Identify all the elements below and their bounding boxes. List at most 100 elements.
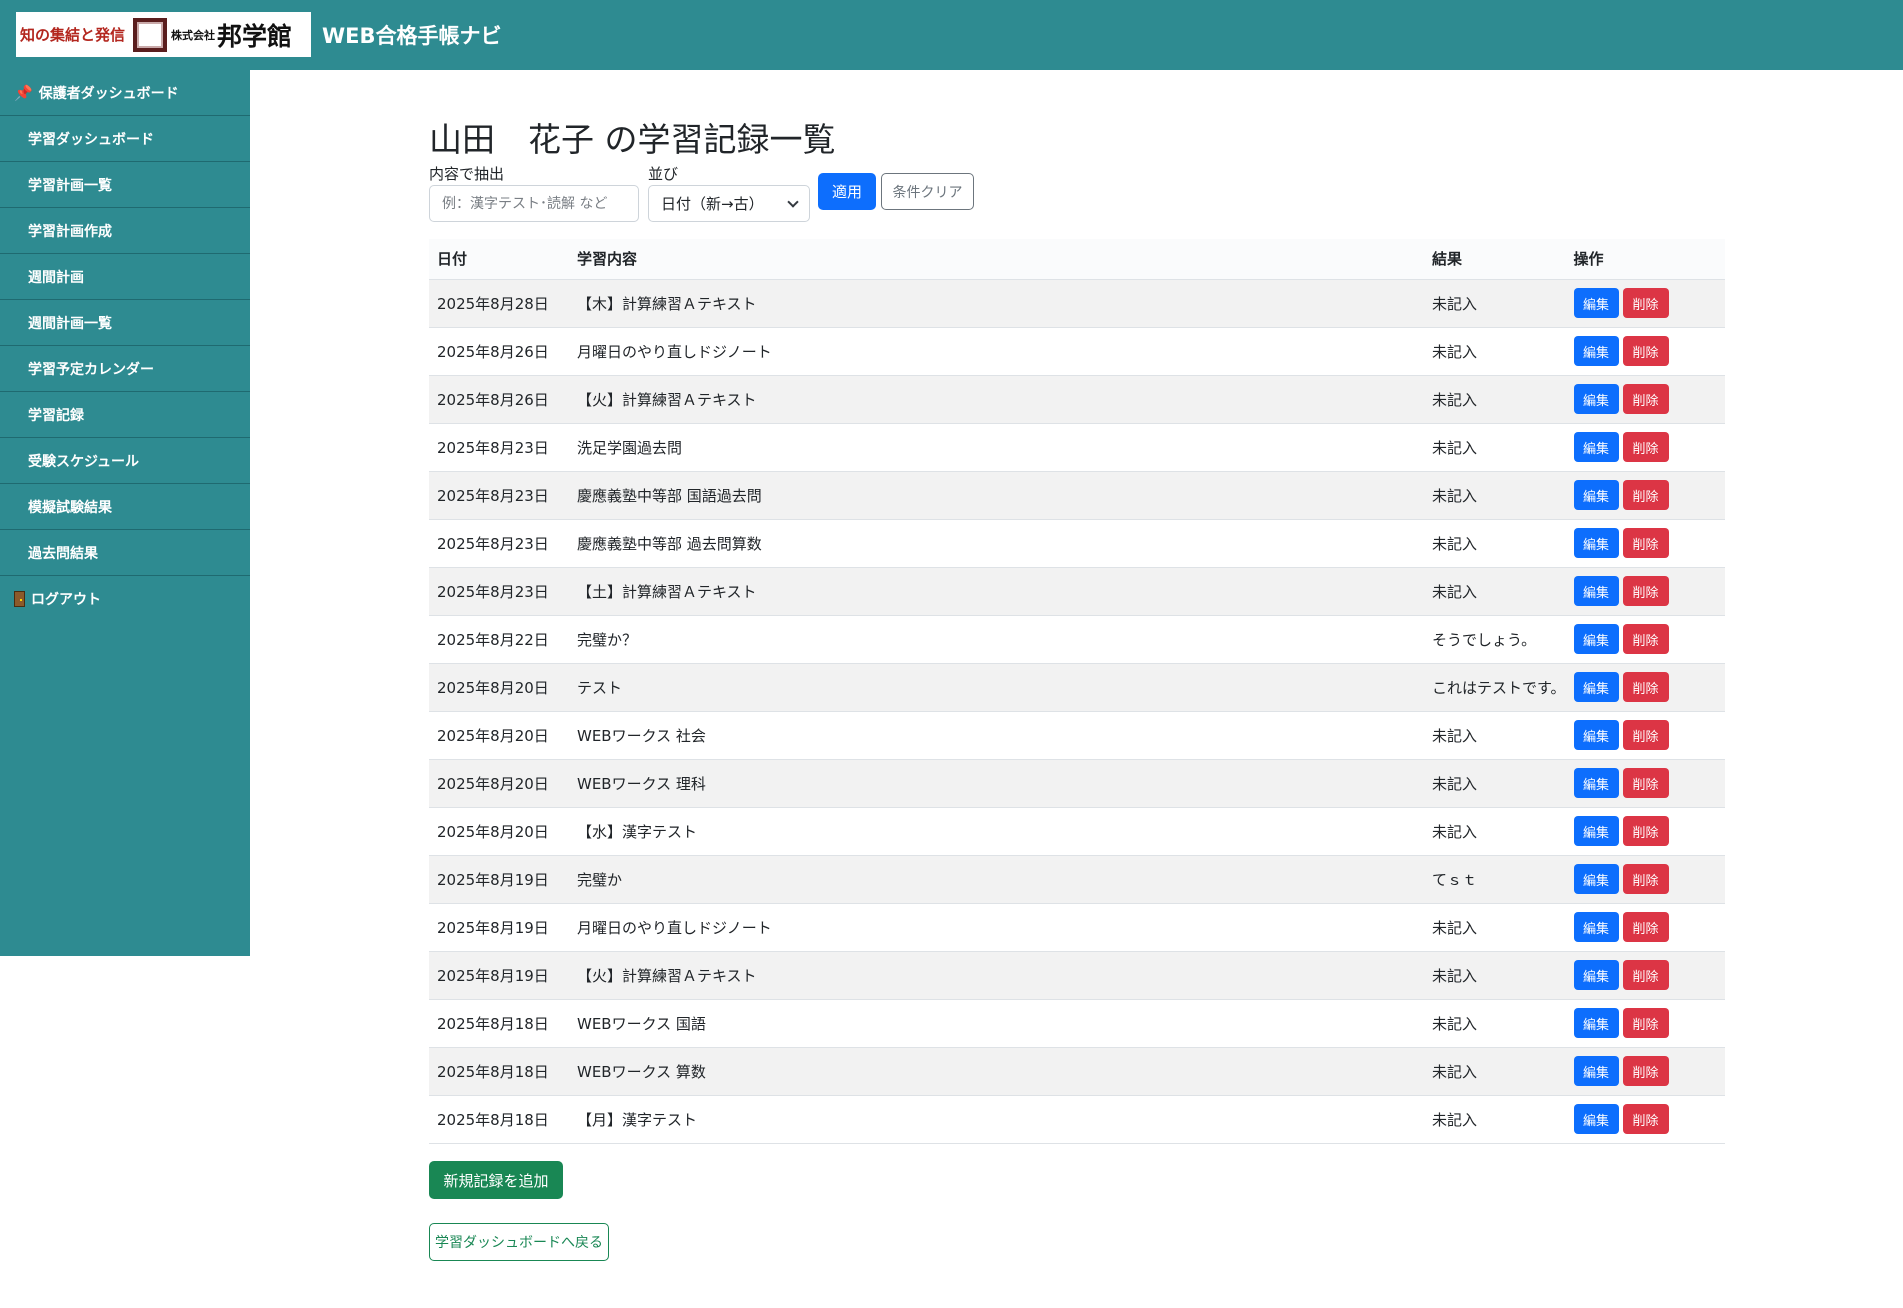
row-date: 2025年8月23日 [429,423,569,472]
logo-company-prefix: 株式会社 [171,28,216,42]
delete-button[interactable]: 削除 [1622,480,1669,510]
sidebar-item-label: 受験スケジュール [28,453,140,470]
table-row: 2025年8月19日 月曜日のやり直しドジノート 未記入 編集 削除 [429,903,1725,952]
delete-button[interactable]: 削除 [1622,1104,1669,1134]
row-result: 未記入 [1424,471,1566,520]
edit-button[interactable]: 編集 [1573,864,1619,894]
sidebar-item-mock-results[interactable]: 模擬試験結果 [0,484,250,530]
company-logo[interactable]: 知の集結と発信 株式会社 邦学館 [16,12,311,57]
logo-tagline: 知の集結と発信 [20,26,126,44]
header-result[interactable]: 結果 [1424,239,1566,280]
table-row: 2025年8月26日 月曜日のやり直しドジノート 未記入 編集 削除 [429,327,1725,376]
edit-button[interactable]: 編集 [1573,576,1619,606]
edit-button[interactable]: 編集 [1573,768,1619,798]
delete-button[interactable]: 削除 [1622,816,1669,846]
edit-button[interactable]: 編集 [1573,960,1619,990]
row-result: 未記入 [1424,1095,1566,1144]
sidebar-item-weekly-plan[interactable]: 週間計画 [0,254,250,300]
table-row: 2025年8月18日 WEBワークス 算数 未記入 編集 削除 [429,1047,1725,1096]
row-actions: 編集 削除 [1565,999,1725,1048]
sidebar-item-weekly-plan-list[interactable]: 週間計画一覧 [0,300,250,346]
edit-button[interactable]: 編集 [1573,672,1619,702]
row-date: 2025年8月23日 [429,567,569,616]
header-content[interactable]: 学習内容 [569,239,1424,280]
row-content: 【木】計算練習Ａテキスト [569,279,1424,328]
sidebar-item-plan-create[interactable]: 学習計画作成 [0,208,250,254]
row-content: 【土】計算練習Ａテキスト [569,567,1424,616]
chevron-down-icon [787,195,799,208]
sidebar-item-logout[interactable]: ログアウト [0,576,250,622]
table-row: 2025年8月20日 WEBワークス 社会 未記入 編集 削除 [429,711,1725,760]
sidebar-item-parent-dashboard[interactable]: 📌 保護者ダッシュボード [0,70,250,116]
delete-button[interactable]: 削除 [1622,336,1669,366]
delete-button[interactable]: 削除 [1622,576,1669,606]
sidebar-item-plan-list[interactable]: 学習計画一覧 [0,162,250,208]
edit-button[interactable]: 編集 [1573,912,1619,942]
edit-button[interactable]: 編集 [1573,336,1619,366]
row-result: そうでしょう。 [1424,615,1566,664]
sidebar-item-exam-schedule[interactable]: 受験スケジュール [0,438,250,484]
top-header: 知の集結と発信 株式会社 邦学館 WEB合格手帳ナビ [0,0,1903,70]
delete-button[interactable]: 削除 [1622,528,1669,558]
row-content: テスト [569,663,1424,712]
delete-button[interactable]: 削除 [1622,624,1669,654]
row-content: WEBワークス 社会 [569,711,1424,760]
edit-button[interactable]: 編集 [1573,624,1619,654]
row-date: 2025年8月20日 [429,663,569,712]
edit-button[interactable]: 編集 [1573,720,1619,750]
edit-button[interactable]: 編集 [1573,1104,1619,1134]
row-result: 未記入 [1424,279,1566,328]
delete-button[interactable]: 削除 [1622,960,1669,990]
delete-button[interactable]: 削除 [1622,912,1669,942]
row-result: 未記入 [1424,423,1566,472]
row-content: 月曜日のやり直しドジノート [569,903,1424,952]
row-content: WEBワークス 理科 [569,759,1424,808]
delete-button[interactable]: 削除 [1622,864,1669,894]
row-actions: 編集 削除 [1565,807,1725,856]
delete-button[interactable]: 削除 [1622,432,1669,462]
row-date: 2025年8月20日 [429,759,569,808]
clear-filter-button[interactable]: 条件クリア [881,173,974,210]
row-content: WEBワークス 国語 [569,999,1424,1048]
sort-select[interactable]: 日付（新→古） [648,185,810,222]
edit-button[interactable]: 編集 [1573,480,1619,510]
sidebar-item-study-records[interactable]: 学習記録 [0,392,250,438]
header-date[interactable]: 日付 [429,239,569,280]
table-row: 2025年8月23日 洗足学園過去問 未記入 編集 削除 [429,423,1725,472]
sidebar-item-calendar[interactable]: 学習予定カレンダー [0,346,250,392]
row-actions: 編集 削除 [1565,423,1725,472]
sidebar-item-past-exam-results[interactable]: 過去問結果 [0,530,250,576]
delete-button[interactable]: 削除 [1622,672,1669,702]
row-date: 2025年8月26日 [429,327,569,376]
row-actions: 編集 削除 [1565,759,1725,808]
table-row: 2025年8月19日 完璧か てｓｔ 編集 削除 [429,855,1725,904]
delete-button[interactable]: 削除 [1622,1008,1669,1038]
delete-button[interactable]: 削除 [1622,384,1669,414]
delete-button[interactable]: 削除 [1622,768,1669,798]
row-date: 2025年8月20日 [429,711,569,760]
edit-button[interactable]: 編集 [1573,288,1619,318]
row-actions: 編集 削除 [1565,855,1725,904]
edit-button[interactable]: 編集 [1573,384,1619,414]
row-actions: 編集 削除 [1565,1095,1725,1144]
add-record-button[interactable]: 新規記録を追加 [429,1161,563,1199]
row-actions: 編集 削除 [1565,327,1725,376]
sidebar-item-study-dashboard[interactable]: 学習ダッシュボード [0,116,250,162]
edit-button[interactable]: 編集 [1573,816,1619,846]
delete-button[interactable]: 削除 [1622,288,1669,318]
content-filter-input[interactable] [429,185,639,222]
app-title[interactable]: WEB合格手帳ナビ [322,20,502,50]
edit-button[interactable]: 編集 [1573,1008,1619,1038]
edit-button[interactable]: 編集 [1573,1056,1619,1086]
apply-button[interactable]: 適用 [818,173,876,210]
delete-button[interactable]: 削除 [1622,720,1669,750]
sidebar-item-label: 学習ダッシュボード [28,131,154,148]
row-date: 2025年8月28日 [429,279,569,328]
delete-button[interactable]: 削除 [1622,1056,1669,1086]
row-date: 2025年8月23日 [429,519,569,568]
row-date: 2025年8月18日 [429,1095,569,1144]
edit-button[interactable]: 編集 [1573,528,1619,558]
back-to-dashboard-button[interactable]: 学習ダッシュボードへ戻る [429,1223,609,1261]
row-content: 洗足学園過去問 [569,423,1424,472]
edit-button[interactable]: 編集 [1573,432,1619,462]
